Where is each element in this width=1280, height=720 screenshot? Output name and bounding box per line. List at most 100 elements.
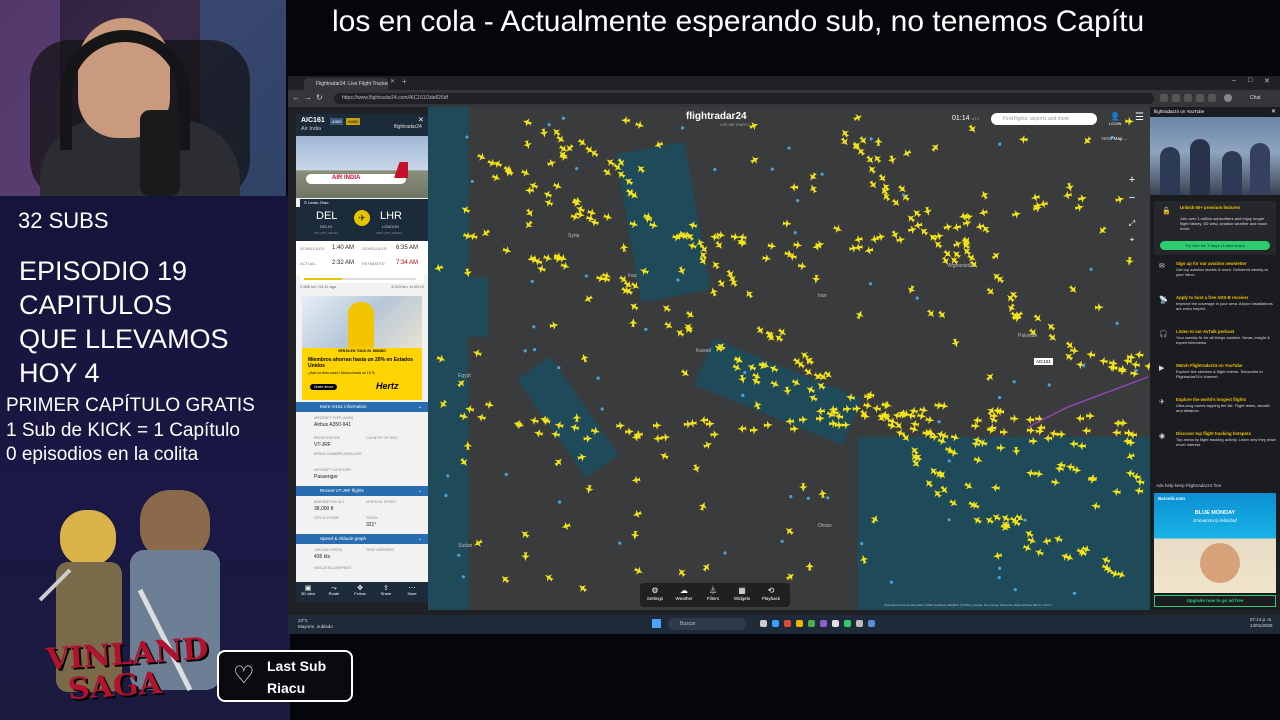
weather-widget[interactable]: 23°C Mayorm. nublado xyxy=(298,618,333,629)
login-button[interactable]: 👤 LOGIN xyxy=(1109,112,1121,126)
plane-icon: ✈ xyxy=(354,210,370,226)
app-icon[interactable] xyxy=(856,620,863,627)
extension-icon[interactable] xyxy=(1172,94,1180,102)
section-recent-flights[interactable]: Recent VT-JRF flights ⌄ xyxy=(296,486,428,496)
app-icon[interactable] xyxy=(844,620,851,627)
sidebar-item-receiver[interactable]: 📡 Apply to host a free ADS-B receiver Im… xyxy=(1154,295,1276,329)
edge-icon[interactable] xyxy=(772,620,779,627)
settings-button[interactable]: ⚙ Settings xyxy=(642,586,668,601)
gear-icon: ⚙ xyxy=(651,586,659,595)
share-button[interactable]: ⇪ Share xyxy=(376,585,396,596)
app-icon[interactable] xyxy=(832,620,839,627)
sidebar-item-youtube[interactable]: ▶ Watch Flightradar24 on YouTube Explore… xyxy=(1154,363,1276,397)
reload-icon[interactable]: ↻ xyxy=(316,92,323,104)
chat-button[interactable]: Chat xyxy=(1250,93,1261,104)
item-desc: Get top aviation stories & more. Deliver… xyxy=(1176,267,1268,277)
filters-button[interactable]: ⏃ Filters xyxy=(700,586,726,601)
back-icon[interactable]: ← xyxy=(292,92,300,104)
route-button[interactable]: ⤳ Route xyxy=(324,585,344,596)
youtube-video[interactable] xyxy=(1150,117,1280,195)
profile-avatar[interactable] xyxy=(1224,94,1232,102)
hamburger-icon[interactable]: ☰ xyxy=(1135,112,1144,123)
zoom-out-button[interactable]: − xyxy=(1125,191,1139,205)
last-sub-widget: ♡ Last Sub Riacu xyxy=(217,650,353,702)
more-button[interactable]: ⋯ More xyxy=(402,585,422,596)
scheduled-label: SCHEDULED xyxy=(300,246,325,251)
close-icon[interactable]: ✕ xyxy=(418,116,424,124)
playback-button[interactable]: ⟲ Playback xyxy=(758,586,784,601)
last-sub-name: Riacu xyxy=(267,680,306,696)
app-icon[interactable] xyxy=(820,620,827,627)
stream-canvas: los en cola - Actualmente esperando sub,… xyxy=(0,0,1280,720)
selected-flight-tag[interactable]: AIC161 xyxy=(1034,358,1054,365)
ad-cta-button[interactable]: Únete ahora xyxy=(310,384,338,390)
hertz-ad[interactable]: VENTA EN TODO EL MUNDO Miembros ahorran … xyxy=(302,296,422,400)
utc-clock: 01:14 UTC xyxy=(952,115,980,122)
sidebar-item-longest[interactable]: ✈ Explore the world's longest flights Ul… xyxy=(1154,397,1276,431)
view-3d-button[interactable]: ▣ 3D view xyxy=(298,585,318,596)
folder-icon[interactable] xyxy=(796,620,803,627)
barcelo-ad[interactable]: Barceló.com BLUE MONDAY Encuentra tu fel… xyxy=(1154,493,1276,593)
taskview-icon[interactable] xyxy=(760,620,767,627)
aircraft-photo[interactable]: AIR INDIA xyxy=(296,136,428,198)
extension-icon[interactable] xyxy=(1196,94,1204,102)
forward-icon[interactable]: → xyxy=(304,92,312,104)
taskbar-clock[interactable]: 07:14 p. m. 14/01/2026 xyxy=(1250,617,1273,629)
promo-sidebar: flightradar24 on YouTube ✕ 🔓 Unlock 60+ … xyxy=(1150,107,1280,610)
flight-header: AIC161 A359 AI359 Air India flightradar2… xyxy=(296,114,428,136)
promo-line: PRIMER CAPÍTULO GRATIS xyxy=(6,395,255,416)
map-brand-sub: LIVE AIR TRAFFIC xyxy=(720,123,750,127)
upgrade-button[interactable]: Upgrade now to go ad free xyxy=(1154,595,1276,607)
weather-button[interactable]: ☁ Weather xyxy=(671,586,697,601)
aircraft-type: Airbus A350-941 xyxy=(314,422,351,428)
origin-code[interactable]: DEL xyxy=(316,210,337,222)
zoom-in-button[interactable]: + xyxy=(1125,173,1139,187)
extension-icon[interactable] xyxy=(1160,94,1168,102)
follow-button[interactable]: ✥ Follow xyxy=(350,585,370,596)
item-desc: Top areas by flight tracking activity. L… xyxy=(1176,437,1276,447)
extension-icon[interactable] xyxy=(1208,94,1216,102)
item-desc: Explore live streams & flight events. Su… xyxy=(1176,369,1263,379)
plus-icon[interactable]: + xyxy=(402,77,407,86)
sidebar-item-hotspots[interactable]: ◉ Discover top flight tracking hotspots … xyxy=(1154,431,1276,465)
windows-start-icon[interactable] xyxy=(652,619,661,628)
destination-code[interactable]: LHR xyxy=(380,210,402,222)
ad-tagline: Encuentra tu felicidad xyxy=(1193,518,1237,523)
url-field[interactable]: https://www.flightradar24.com/AIC161/3de… xyxy=(334,93,1154,104)
ad-body: Miembros ahorran hasta un 20% en Estados… xyxy=(302,354,422,400)
section-more-info[interactable]: More AI161 information ⌄ xyxy=(296,402,428,412)
try-free-button[interactable]: Try free for 7 days | Learn more xyxy=(1160,241,1270,250)
actual-label: ACTUAL xyxy=(300,261,316,266)
sidebar-item-podcast[interactable]: 🎧 Listen to our AvTalk podcast Your week… xyxy=(1154,329,1276,363)
item-desc: Ultra-long routes topping the list. Flig… xyxy=(1176,403,1270,413)
lock-icon: 🔓 xyxy=(1162,208,1171,215)
close-icon[interactable]: ✕ xyxy=(1271,107,1276,117)
extension-icon[interactable] xyxy=(1184,94,1192,102)
map-search-input[interactable]: Find flights, airports and more xyxy=(991,113,1097,125)
app-icon[interactable] xyxy=(868,620,875,627)
microphone xyxy=(140,110,180,196)
episode-info: EPISODIO 19 CAPITULOS QUE LLEVAMOS HOY 4 xyxy=(19,254,229,390)
arr-estimated: 7:34 AM xyxy=(396,260,419,266)
fullscreen-icon[interactable]: ⤢ xyxy=(1125,217,1139,231)
taskbar-search[interactable]: Buscar xyxy=(668,618,746,630)
maximize-icon[interactable]: □ xyxy=(1248,77,1252,84)
map-brand[interactable]: flightradar24 xyxy=(686,111,747,122)
locate-icon[interactable]: ⌖ xyxy=(1125,233,1139,247)
detail-label: AIRCRAFT CATEGORY xyxy=(314,468,352,472)
view-toggle[interactable]: VIEW Map ⌄ xyxy=(1101,136,1128,142)
minimize-icon[interactable]: – xyxy=(1232,77,1236,84)
app-icon[interactable] xyxy=(808,620,815,627)
browser-tab[interactable]: Flightradar24: Live Flight Tracker xyxy=(304,78,388,90)
sidebar-item-newsletter[interactable]: ✉ Sign up for our aviation newsletter Ge… xyxy=(1154,261,1276,295)
widgets-icon: ▦ xyxy=(738,586,746,595)
detail-label: VERTICAL SPEED xyxy=(366,500,396,504)
close-icon[interactable]: ✕ xyxy=(390,78,395,85)
widgets-button[interactable]: ▦ Widgets xyxy=(729,586,755,601)
flight-map[interactable]: Syria Iraq Egypt Kuwait Afghanistan Paki… xyxy=(428,107,1150,610)
section-speed-graph[interactable]: Speed & Altitude graph ⌄ xyxy=(296,534,428,544)
registration: VT-JRF xyxy=(314,442,331,448)
close-icon[interactable]: ✕ xyxy=(1264,77,1270,85)
app-icon[interactable] xyxy=(784,620,791,627)
detail-label: COUNTRY OF REG. xyxy=(366,436,399,440)
